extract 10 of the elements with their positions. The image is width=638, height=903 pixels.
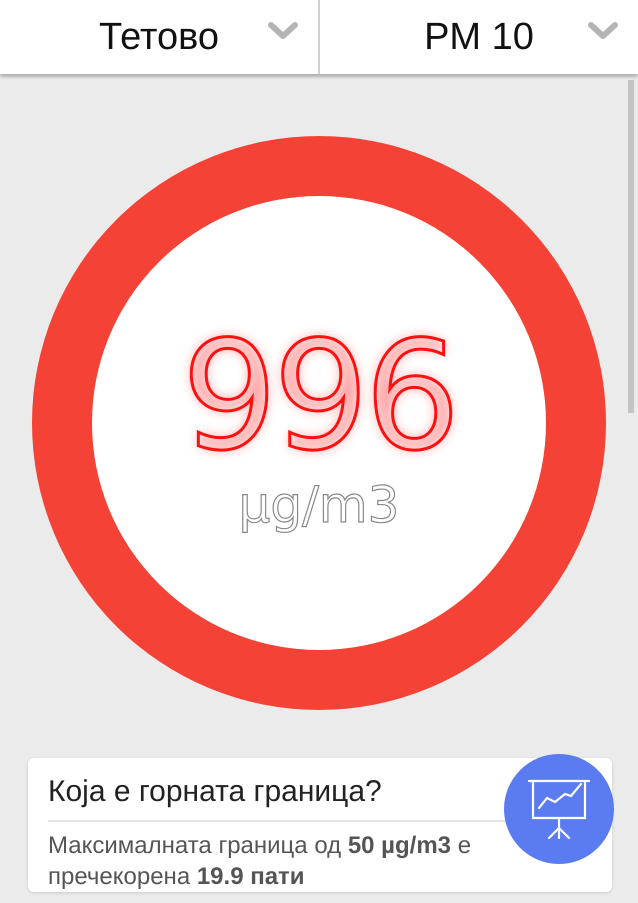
presentation-chart-icon (527, 778, 591, 840)
card-text: Максималната граница од 50 µg/m3 е пречекорена 19.9 пати (48, 831, 472, 892)
scrollbar[interactable] (628, 80, 634, 413)
reading-unit: µg/m3 (238, 476, 400, 534)
dropdown-selector[interactable]: Тетово (0, 0, 320, 74)
chevron-down-icon (588, 22, 618, 40)
chevron-down-icon (268, 22, 298, 40)
card-title: Која е горната граница? (48, 774, 382, 810)
dropdown-selector[interactable]: PM 10 (320, 0, 638, 74)
reading-value: 996 (182, 322, 456, 472)
